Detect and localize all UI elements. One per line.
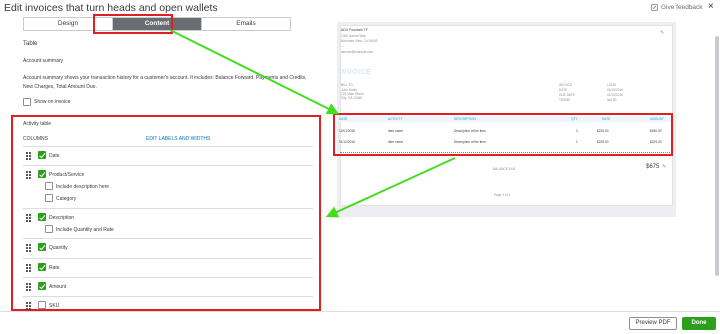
preview-meta-value: 12345: [607, 83, 616, 87]
preview-company-name: ADV Fountain TF: [341, 28, 368, 32]
preview-balance-due-label: BALANCE DUE: [493, 167, 516, 171]
preview-pdf-button[interactable]: Preview PDF: [629, 317, 677, 330]
preview-table-highlight: [333, 113, 673, 156]
rate-checkbox[interactable]: [38, 263, 46, 271]
sku-checkbox[interactable]: [38, 301, 46, 309]
preview-meta-label: DATE: [559, 88, 568, 92]
invoice-customizer: Edit invoices that turn heads and open w…: [0, 0, 720, 334]
preview-meta-label: INVOICE: [559, 83, 573, 87]
show-on-invoice-label: Show on invoice: [34, 99, 71, 105]
divider: [23, 165, 313, 166]
give-feedback-label: Give feedback: [661, 4, 703, 11]
columns-heading: COLUMNS: [23, 136, 49, 142]
footer-bar: [0, 311, 720, 334]
content-tab-highlight: [93, 14, 173, 34]
drag-handle-icon[interactable]: [26, 152, 31, 160]
include-description-label: Include description here: [56, 184, 110, 190]
activity-table-heading: Activity table: [23, 121, 52, 127]
account-summary-text-1: Account summary shows your transaction h…: [23, 75, 307, 81]
preview-address-line: 1000 Nature Way: [341, 34, 366, 38]
amount-checkbox[interactable]: [38, 282, 46, 290]
drag-handle-icon[interactable]: [26, 171, 31, 179]
account-summary-text-2: New Charges, Total Amount Due.: [23, 84, 97, 90]
preview-meta-value: 01/10/2016: [607, 93, 623, 97]
preview-address-line: ...: [341, 44, 344, 48]
date-checkbox[interactable]: [38, 151, 46, 159]
preview-meta-label: DUE DATE: [559, 93, 575, 97]
divider: [23, 277, 313, 278]
divider: [23, 208, 313, 209]
close-icon[interactable]: ×: [708, 2, 714, 12]
account-summary-heading: Account summary: [23, 58, 64, 64]
include-quantity-rate-label: Include Quantity and Rate: [56, 227, 114, 233]
preview-meta-value: 01/10/2016: [607, 88, 623, 92]
drag-handle-icon[interactable]: [26, 283, 31, 291]
preview-edit-pencil-icon[interactable]: ✎: [660, 30, 664, 36]
date-label: Date: [49, 153, 60, 159]
quantity-checkbox[interactable]: [38, 243, 46, 251]
edit-labels-link[interactable]: EDIT LABELS AND WIDTHS: [146, 136, 210, 142]
drag-handle-icon[interactable]: [26, 244, 31, 252]
rate-label: Rate: [49, 265, 60, 271]
divider: [23, 258, 313, 259]
description-label: Description: [49, 215, 75, 221]
amount-label: Amount: [49, 284, 67, 290]
preview-meta-label: TERMS: [559, 98, 571, 102]
preview-edit-pencil-icon[interactable]: ✎: [662, 164, 666, 170]
page-title: Edit invoices that turn heads and open w…: [4, 2, 218, 14]
show-on-invoice-checkbox[interactable]: [23, 98, 31, 106]
include-quantity-rate-checkbox[interactable]: [45, 225, 53, 233]
divider: [23, 238, 313, 239]
tab-emails[interactable]: Emails: [202, 18, 290, 30]
quantity-label: Quantity: [49, 245, 68, 251]
category-label: Category: [56, 196, 77, 202]
table-heading: Table: [23, 41, 38, 47]
divider: [23, 146, 313, 147]
preview-bill-to-address: City, CA 12345: [341, 96, 363, 100]
arrow-to-preview-table: [169, 29, 340, 115]
include-description-checkbox[interactable]: [45, 182, 53, 190]
product-service-label: Product/Service: [49, 172, 85, 178]
activity-table-highlight: [11, 115, 321, 311]
divider: [23, 296, 313, 297]
preview-address-line: Mountain View, CA 94043: [341, 39, 378, 43]
done-button[interactable]: Done: [682, 317, 716, 330]
product-service-checkbox[interactable]: [38, 170, 46, 178]
give-feedback-link[interactable]: Give feedback: [651, 4, 703, 11]
scrollbar-thumb[interactable]: [715, 36, 719, 276]
preview-email: service@example.com: [341, 50, 374, 54]
drag-handle-icon[interactable]: [26, 214, 31, 222]
sku-label: SKU: [49, 303, 60, 309]
preview-balance-amount: $675: [646, 164, 660, 170]
feedback-icon: [651, 4, 658, 11]
description-checkbox[interactable]: [38, 213, 46, 221]
preview-meta-value: Net 30: [607, 98, 617, 102]
drag-handle-icon[interactable]: [26, 302, 31, 310]
preview-page-number: Page 1 of 1: [494, 193, 511, 197]
drag-handle-icon[interactable]: [26, 264, 31, 272]
preview-invoice-title: INVOICE: [339, 69, 372, 76]
category-checkbox[interactable]: [45, 194, 53, 202]
preview-bill-to-label: BILL TO: [341, 83, 353, 87]
